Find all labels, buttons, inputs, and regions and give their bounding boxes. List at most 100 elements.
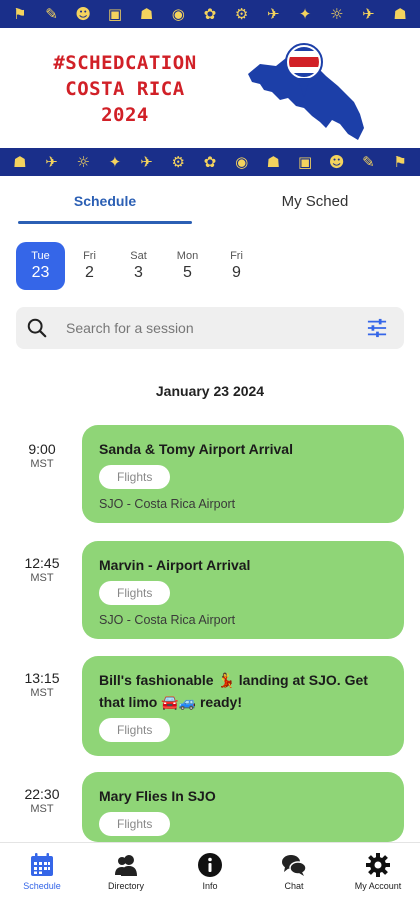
banner-strip-icon: ⚙ bbox=[171, 152, 185, 171]
banner-strip-icon: ☗ bbox=[13, 152, 27, 171]
session-card[interactable]: Marvin - Airport Arrival Flights SJO - C… bbox=[82, 541, 404, 639]
banner-strip-icon: ✎ bbox=[362, 152, 375, 171]
date-chip[interactable]: Fri 9 bbox=[212, 242, 261, 290]
session-tag: Flights bbox=[99, 718, 171, 742]
session-tag: Flights bbox=[99, 581, 171, 605]
date-weekday: Fri bbox=[230, 250, 243, 262]
date-chip[interactable]: Tue 23 bbox=[16, 242, 65, 290]
nav-schedule[interactable]: Schedule bbox=[0, 843, 84, 900]
banner-strip-icon: ✎ bbox=[45, 4, 58, 23]
session-tag: Flights bbox=[99, 465, 171, 489]
session-time: 22:30 MST bbox=[14, 786, 70, 815]
date-chip[interactable]: Fri 2 bbox=[65, 242, 114, 290]
gear-icon bbox=[366, 853, 390, 877]
session-time: 9:00 MST bbox=[14, 441, 70, 470]
nav-label: My Account bbox=[354, 881, 402, 891]
session-time: 13:15 MST bbox=[14, 670, 70, 699]
session-location: SJO - Costa Rica Airport bbox=[99, 613, 236, 627]
session-card[interactable]: Bill's fashionable 💃 landing at SJO. Get… bbox=[82, 656, 404, 756]
banner-title: #SCHEDCATION COSTA RICA 2024 bbox=[40, 50, 210, 128]
date-day: 2 bbox=[85, 264, 94, 281]
banner-strip-icon: ⚑ bbox=[393, 152, 407, 171]
session-timezone: MST bbox=[30, 572, 54, 584]
session-title: Bill's fashionable 💃 landing at SJO. Get… bbox=[99, 672, 368, 710]
session-time-value: 9:00 bbox=[28, 441, 56, 457]
header-banner: ⚑ ✎ ☻ ▣ ☗ ◉ ✿ ⚙ ✈ ✦ ☼ ✈ ☗ #SCHEDCATION C… bbox=[0, 0, 420, 176]
banner-strip-icon: ✈ bbox=[140, 152, 153, 171]
banner-strip-icon: ⚑ bbox=[13, 4, 27, 23]
schedule-tabs: Schedule My Sched bbox=[0, 176, 420, 226]
banner-strip-icon: ✿ bbox=[203, 4, 217, 23]
banner-strip-icon: ☻ bbox=[328, 152, 345, 171]
nav-info[interactable]: Info bbox=[168, 843, 252, 900]
tab-my-sched[interactable]: My Sched bbox=[210, 176, 420, 226]
banner-title-line: COSTA RICA bbox=[65, 78, 185, 100]
banner-icon-strip-bottom: ☗ ✈ ☼ ✦ ✈ ⚙ ✿ ◉ ☗ ▣ ☻ ✎ ⚑ bbox=[0, 148, 420, 176]
banner-icon-strip-top: ⚑ ✎ ☻ ▣ ☗ ◉ ✿ ⚙ ✈ ✦ ☼ ✈ ☗ bbox=[0, 0, 420, 28]
date-chip[interactable]: Sat 3 bbox=[114, 242, 163, 290]
session-card[interactable]: Sanda & Tomy Airport Arrival Flights SJO… bbox=[82, 425, 404, 523]
people-icon bbox=[115, 855, 137, 876]
info-icon bbox=[198, 853, 222, 877]
date-selector: Tue 23 Fri 2 Sat 3 Mon 5 Fri 9 bbox=[16, 242, 261, 292]
banner-strip-icon: ☼ bbox=[329, 4, 344, 23]
search-icon[interactable] bbox=[26, 317, 48, 339]
session-location: SJO - Costa Rica Airport bbox=[99, 497, 236, 511]
banner-strip-icon: ▣ bbox=[297, 152, 313, 171]
session-timezone: MST bbox=[30, 458, 54, 470]
date-day: 5 bbox=[183, 264, 192, 281]
date-weekday: Mon bbox=[176, 250, 199, 262]
banner-strip-icon: ✈ bbox=[45, 152, 58, 171]
search-bar bbox=[16, 307, 404, 349]
date-day: 9 bbox=[232, 264, 241, 281]
nav-my-account[interactable]: My Account bbox=[336, 843, 420, 900]
session-time: 12:45 MST bbox=[14, 555, 70, 584]
active-tab-indicator bbox=[18, 221, 192, 224]
session-time-value: 12:45 bbox=[24, 555, 60, 571]
search-input[interactable] bbox=[66, 320, 336, 336]
session-title: Marvin - Airport Arrival bbox=[99, 557, 251, 573]
nav-label: Directory bbox=[107, 881, 144, 891]
banner-strip-icon: ✿ bbox=[203, 152, 217, 171]
banner-strip-icon: ◉ bbox=[235, 152, 249, 171]
nav-directory[interactable]: Directory bbox=[84, 843, 168, 900]
nav-label: Chat bbox=[284, 881, 304, 891]
tab-label: Schedule bbox=[73, 193, 137, 209]
banner-strip-icon: ☗ bbox=[139, 4, 154, 23]
banner-strip-icon: ✈ bbox=[362, 4, 375, 23]
nav-label: Info bbox=[202, 881, 218, 891]
date-chip[interactable]: Mon 5 bbox=[163, 242, 212, 290]
banner-strip-icon: ▣ bbox=[107, 4, 122, 23]
date-weekday: Sat bbox=[130, 250, 147, 262]
tab-schedule[interactable]: Schedule bbox=[0, 176, 210, 226]
banner-title-line: 2024 bbox=[101, 104, 149, 126]
session-timezone: MST bbox=[30, 803, 54, 815]
banner-strip-icon: ✦ bbox=[298, 4, 312, 23]
date-weekday: Fri bbox=[83, 250, 96, 262]
costa-rica-map-icon bbox=[248, 43, 364, 140]
session-card[interactable]: Mary Flies In SJO Flights bbox=[82, 772, 404, 842]
banner-strip-icon: ☻ bbox=[75, 4, 92, 23]
nav-label: Schedule bbox=[23, 881, 61, 891]
chat-icon bbox=[282, 855, 307, 876]
calendar-icon bbox=[31, 853, 53, 876]
date-weekday: Tue bbox=[31, 250, 50, 262]
banner-strip-icon: ◉ bbox=[171, 4, 185, 23]
banner-title-line: #SCHEDCATION bbox=[53, 52, 197, 74]
session-time-value: 13:15 bbox=[24, 670, 60, 686]
banner-strip-icon: ⚙ bbox=[234, 4, 249, 23]
session-timezone: MST bbox=[30, 687, 54, 699]
day-heading: January 23 2024 bbox=[155, 383, 265, 399]
nav-chat[interactable]: Chat bbox=[252, 843, 336, 900]
session-time-value: 22:30 bbox=[24, 786, 60, 802]
date-day: 3 bbox=[134, 264, 143, 281]
session-title: Sanda & Tomy Airport Arrival bbox=[99, 441, 293, 457]
date-day: 23 bbox=[31, 264, 50, 281]
banner-strip-icon: ✦ bbox=[108, 152, 122, 171]
session-tag: Flights bbox=[99, 812, 171, 836]
banner-strip-icon: ☗ bbox=[266, 152, 281, 171]
banner-strip-icon: ✈ bbox=[267, 4, 280, 23]
session-title: Mary Flies In SJO bbox=[99, 788, 216, 804]
bottom-navigation: Schedule Directory Info Chat My Account bbox=[0, 842, 420, 900]
filter-icon[interactable] bbox=[366, 318, 388, 338]
